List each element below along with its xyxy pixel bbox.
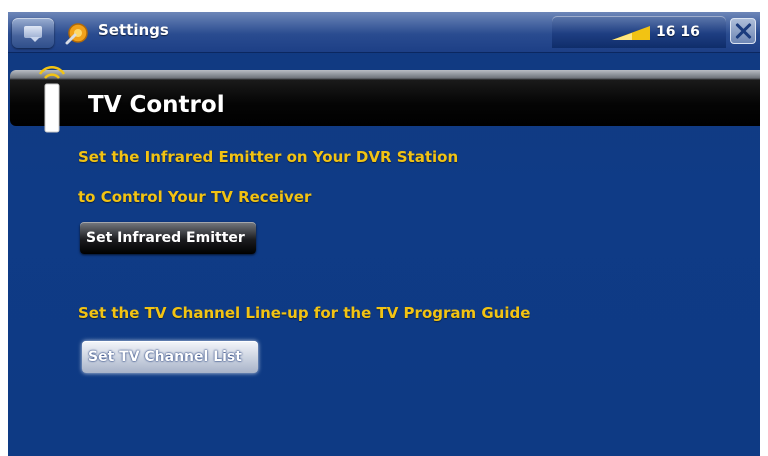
close-button[interactable] (730, 18, 756, 44)
menu-icon (24, 26, 42, 42)
status-area: 16 16 (552, 16, 726, 48)
infrared-description-line2: to Control Your TV Receiver (78, 188, 312, 206)
channel-description: Set the TV Channel Line-up for the TV Pr… (78, 304, 531, 322)
page-title: TV Control (88, 92, 225, 118)
top-status-bar: Settings 16 16 (8, 12, 760, 53)
remote-control-icon (38, 65, 66, 133)
menu-button[interactable] (12, 18, 54, 48)
infrared-description-line1: Set the Infrared Emitter on Your DVR Sta… (78, 148, 459, 166)
clock: 16 16 (656, 24, 700, 40)
signal-strength-icon (612, 26, 650, 40)
settings-icon (65, 23, 88, 45)
set-infrared-emitter-button[interactable]: Set Infrared Emitter (80, 222, 256, 254)
app-title: Settings (98, 21, 169, 39)
set-tv-channel-list-button[interactable]: Set TV Channel List (82, 341, 258, 373)
screen: Settings 16 16 TV Control Set the Infrar… (8, 12, 760, 456)
